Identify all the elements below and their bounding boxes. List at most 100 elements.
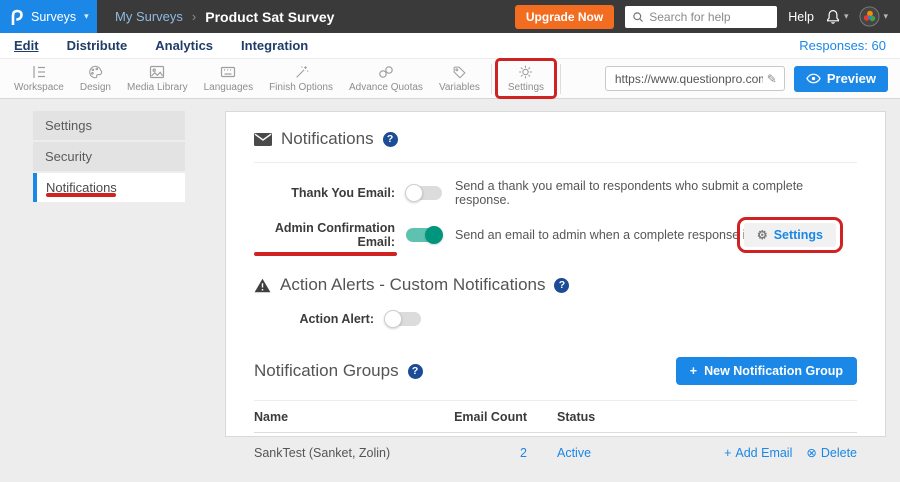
toolbar-item-languages[interactable]: Languages: [196, 59, 262, 98]
toolbar-label: Finish Options: [269, 82, 333, 93]
toolbar-label: Variables: [439, 82, 480, 93]
delete-label: Delete: [821, 446, 857, 460]
add-email-link[interactable]: + Add Email: [724, 445, 792, 460]
palette-icon: [87, 64, 104, 80]
toolbar-item-advance-quotas[interactable]: Advance Quotas: [341, 59, 431, 98]
action-alert-label: Action Alert:: [254, 312, 374, 326]
toolbar-item-media-library[interactable]: Media Library: [119, 59, 196, 98]
keyboard-icon: [219, 64, 237, 80]
group-name: SankTest (Sanket, Zolin): [254, 446, 442, 460]
breadcrumb: My Surveys › Product Sat Survey: [115, 9, 334, 25]
toolbar-divider: [560, 64, 561, 94]
thank-you-email-label: Thank You Email:: [254, 186, 395, 200]
toolbar-item-workspace[interactable]: Workspace: [6, 59, 72, 98]
help-search-box: [625, 6, 777, 28]
toolbar-item-settings[interactable]: Settings: [500, 59, 552, 98]
plus-icon: +: [690, 364, 697, 378]
delete-link[interactable]: ⊗ Delete: [806, 445, 857, 460]
delete-circle-icon: ⊗: [806, 445, 816, 460]
preview-button[interactable]: Preview: [794, 66, 888, 92]
new-notification-group-button[interactable]: + New Notification Group: [676, 357, 857, 385]
toolbar-item-variables[interactable]: Variables: [431, 59, 488, 98]
questionpro-logo-icon: [10, 8, 23, 26]
sidebar-item-notifications[interactable]: Notifications: [33, 173, 185, 202]
tab-analytics[interactable]: Analytics: [155, 38, 213, 53]
new-group-label: New Notification Group: [704, 364, 843, 378]
upgrade-now-button[interactable]: Upgrade Now: [515, 5, 614, 29]
survey-nav-tabs: Edit Distribute Analytics Integration Re…: [0, 33, 900, 59]
surveys-menu-label: Surveys: [31, 10, 76, 24]
page-title: Product Sat Survey: [205, 9, 334, 25]
sidebar-item-settings[interactable]: Settings: [33, 111, 185, 140]
toolbar-label: Media Library: [127, 82, 188, 93]
help-icon[interactable]: ?: [554, 278, 569, 293]
admin-confirmation-email-toggle[interactable]: [406, 228, 442, 242]
section-title: Notification Groups: [254, 361, 399, 381]
topbar-actions: Upgrade Now Help ▾: [515, 5, 900, 29]
notifications-panel: Notifications ? Thank You Email: Send a …: [225, 111, 886, 437]
admin-confirmation-email-label-text: Admin Confirmation Email:: [254, 221, 395, 249]
table-header-row: Name Email Count Status: [254, 400, 857, 433]
column-header-email-count: Email Count: [442, 410, 527, 424]
section-title: Notifications: [281, 129, 374, 149]
image-icon: [148, 64, 166, 80]
sidebar-item-security[interactable]: Security: [33, 142, 185, 171]
breadcrumb-my-surveys[interactable]: My Surveys: [115, 9, 183, 24]
admin-email-settings-button[interactable]: ⚙ Settings: [744, 223, 836, 247]
action-alerts-section-header: Action Alerts - Custom Notifications ?: [254, 275, 857, 295]
help-icon[interactable]: ?: [408, 364, 423, 379]
gear-icon: ⚙: [757, 228, 768, 242]
help-link[interactable]: Help: [788, 10, 814, 24]
toolbar-item-design[interactable]: Design: [72, 59, 119, 98]
notifications-bell-menu[interactable]: ▾: [825, 9, 849, 25]
tab-edit[interactable]: Edit: [14, 38, 39, 53]
preview-label: Preview: [827, 71, 876, 86]
surveys-product-menu[interactable]: Surveys ▾: [0, 0, 97, 33]
magic-wand-icon: [293, 64, 310, 80]
admin-confirmation-email-label: Admin Confirmation Email:: [254, 221, 395, 249]
status-link[interactable]: Active: [557, 446, 591, 460]
email-count-link[interactable]: 2: [520, 446, 527, 460]
thank-you-email-toggle[interactable]: [406, 186, 442, 200]
settings-button-label: Settings: [774, 228, 823, 242]
column-header-status: Status: [527, 410, 677, 424]
toolbar-label: Languages: [204, 82, 254, 93]
bell-icon: [825, 9, 841, 25]
help-icon[interactable]: ?: [383, 132, 398, 147]
plus-icon: +: [724, 446, 731, 460]
toolbar-label: Settings: [508, 82, 544, 93]
toggle-knob: [405, 184, 423, 202]
avatar: [859, 6, 880, 27]
toolbar-label: Design: [80, 82, 111, 93]
divider: [254, 162, 857, 163]
warning-triangle-icon: [254, 278, 271, 293]
survey-url-input[interactable]: [606, 72, 767, 86]
responses-count-link[interactable]: Responses: 60: [799, 38, 886, 53]
top-bar: Surveys ▾ My Surveys › Product Sat Surve…: [0, 0, 900, 33]
settings-sidebar: Settings Security Notifications: [33, 111, 185, 204]
column-header-name: Name: [254, 410, 442, 424]
envelope-icon: [254, 133, 272, 146]
tag-icon: [451, 64, 468, 80]
workspace-icon: [30, 64, 48, 80]
edit-url-icon[interactable]: ✎: [767, 72, 777, 86]
chain-links-icon: [377, 64, 395, 80]
row-actions: + Add Email ⊗ Delete: [677, 445, 857, 460]
tab-distribute[interactable]: Distribute: [67, 38, 128, 53]
toolbar-item-finish-options[interactable]: Finish Options: [261, 59, 341, 98]
toggle-knob: [425, 226, 443, 244]
action-alert-toggle[interactable]: [385, 312, 421, 326]
edit-toolbar: Workspace Design Media Library Languag: [0, 59, 900, 99]
admin-confirmation-email-row: Admin Confirmation Email: Send an email …: [254, 221, 857, 249]
toggle-knob: [384, 310, 402, 328]
chevron-down-icon: ▾: [844, 12, 849, 21]
account-menu[interactable]: ▾: [859, 6, 888, 27]
sidebar-item-label: Security: [45, 149, 92, 164]
help-search-input[interactable]: [649, 10, 770, 24]
thank-you-email-row: Thank You Email: Send a thank you email …: [254, 179, 857, 207]
eye-icon: [806, 73, 821, 84]
notification-groups-table: Name Email Count Status SankTest (Sanket…: [254, 400, 857, 472]
tab-integration[interactable]: Integration: [241, 38, 308, 53]
survey-url-box: ✎: [605, 66, 785, 91]
annotation-underline: [46, 193, 116, 197]
